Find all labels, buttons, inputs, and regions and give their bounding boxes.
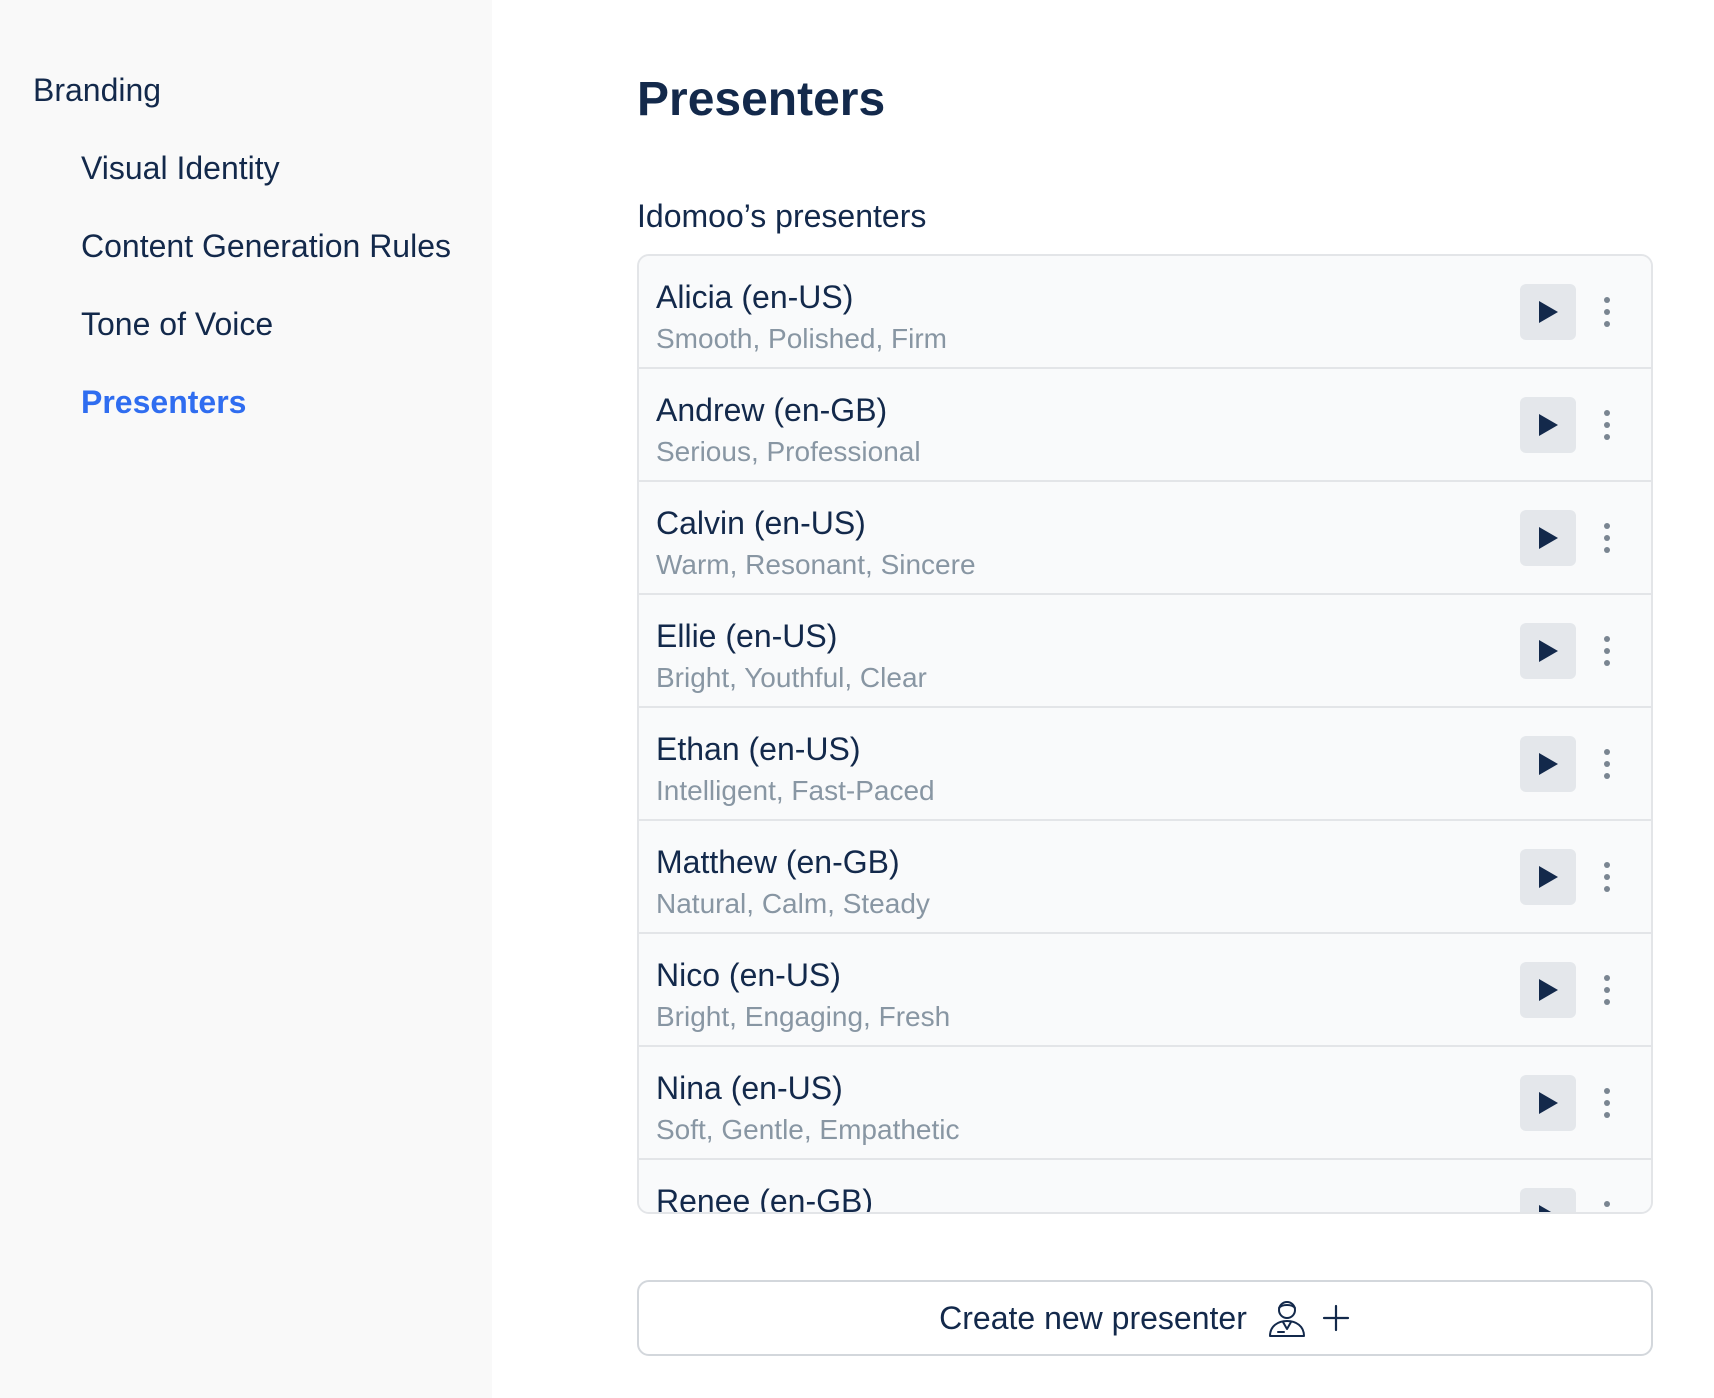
sidebar-item-content-generation-rules[interactable]: Content Generation Rules bbox=[0, 224, 492, 268]
list-item[interactable]: Ellie (en-US) Bright, Youthful, Clear bbox=[639, 595, 1651, 708]
more-vertical-icon-dot bbox=[1604, 1088, 1610, 1094]
play-button[interactable] bbox=[1520, 736, 1576, 792]
play-button[interactable] bbox=[1520, 962, 1576, 1018]
play-button[interactable] bbox=[1520, 623, 1576, 679]
presenter-name: Nina (en-US) bbox=[656, 1070, 843, 1106]
more-options-button[interactable] bbox=[1594, 736, 1620, 792]
presenter-description: Bright, Engaging, Fresh bbox=[656, 1001, 951, 1032]
more-vertical-icon-dot bbox=[1604, 862, 1610, 868]
presenter-description: Smooth, Polished, Firm bbox=[656, 323, 947, 354]
list-item[interactable]: Calvin (en-US) Warm, Resonant, Sincere bbox=[639, 482, 1651, 595]
more-vertical-icon-dot bbox=[1604, 975, 1610, 981]
more-vertical-icon-dot bbox=[1604, 547, 1610, 553]
play-button[interactable] bbox=[1520, 284, 1576, 340]
more-vertical-icon-dot bbox=[1604, 648, 1610, 654]
presenter-name: Ellie (en-US) bbox=[656, 618, 838, 654]
more-vertical-icon-dot bbox=[1604, 999, 1610, 1005]
play-icon bbox=[1539, 640, 1558, 662]
play-icon bbox=[1539, 753, 1558, 775]
play-button[interactable] bbox=[1520, 1075, 1576, 1131]
presenter-name: Calvin (en-US) bbox=[656, 505, 866, 541]
more-vertical-icon-dot bbox=[1604, 1201, 1610, 1207]
more-options-button[interactable] bbox=[1594, 284, 1620, 340]
more-vertical-icon-dot bbox=[1604, 1100, 1610, 1106]
list-item[interactable]: Andrew (en-GB) Serious, Professional bbox=[639, 369, 1651, 482]
more-vertical-icon-dot bbox=[1604, 535, 1610, 541]
play-icon bbox=[1539, 979, 1558, 1001]
more-vertical-icon-dot bbox=[1604, 309, 1610, 315]
more-options-button[interactable] bbox=[1594, 962, 1620, 1018]
presenter-description: Natural, Calm, Steady bbox=[656, 888, 930, 919]
more-options-button[interactable] bbox=[1594, 397, 1620, 453]
presenter-description: Intelligent, Fast-Paced bbox=[656, 775, 935, 806]
more-options-button[interactable] bbox=[1594, 1188, 1620, 1214]
more-options-button[interactable] bbox=[1594, 849, 1620, 905]
more-options-button[interactable] bbox=[1594, 510, 1620, 566]
more-vertical-icon-dot bbox=[1604, 749, 1610, 755]
main-content: Presenters Idomoo’s presenters Alicia (e… bbox=[492, 0, 1714, 1398]
presenter-description: Soft, Gentle, Empathetic bbox=[656, 1114, 960, 1145]
more-vertical-icon-dot bbox=[1604, 874, 1610, 880]
sidebar: Branding Visual Identity Content Generat… bbox=[0, 0, 492, 1398]
presenter-name: Renee (en-GB) bbox=[656, 1183, 873, 1214]
presenter-name: Alicia (en-US) bbox=[656, 279, 854, 315]
play-icon bbox=[1539, 527, 1558, 549]
play-icon bbox=[1539, 414, 1558, 436]
play-icon bbox=[1539, 1092, 1558, 1114]
presenter-description: Warm, Resonant, Sincere bbox=[656, 549, 976, 580]
presenter-name: Ethan (en-US) bbox=[656, 731, 861, 767]
play-button[interactable] bbox=[1520, 849, 1576, 905]
more-vertical-icon-dot bbox=[1604, 987, 1610, 993]
play-button[interactable] bbox=[1520, 510, 1576, 566]
more-vertical-icon-dot bbox=[1604, 886, 1610, 892]
more-vertical-icon-dot bbox=[1604, 761, 1610, 767]
presenter-name: Nico (en-US) bbox=[656, 957, 841, 993]
create-presenter-button[interactable]: Create new presenter bbox=[637, 1280, 1653, 1356]
list-item[interactable]: Nico (en-US) Bright, Engaging, Fresh bbox=[639, 934, 1651, 1047]
list-item[interactable]: Matthew (en-GB) Natural, Calm, Steady bbox=[639, 821, 1651, 934]
presenter-list[interactable]: Alicia (en-US) Smooth, Polished, Firm Andr… bbox=[637, 254, 1653, 1214]
more-vertical-icon-dot bbox=[1604, 636, 1610, 642]
more-vertical-icon-dot bbox=[1604, 297, 1610, 303]
list-item[interactable]: Renee (en-GB) bbox=[639, 1160, 1651, 1214]
more-options-button[interactable] bbox=[1594, 623, 1620, 679]
sidebar-item-presenters[interactable]: Presenters bbox=[0, 380, 492, 424]
list-item[interactable]: Nina (en-US) Soft, Gentle, Empathetic bbox=[639, 1047, 1651, 1160]
more-vertical-icon-dot bbox=[1604, 434, 1610, 440]
more-vertical-icon-dot bbox=[1604, 523, 1610, 529]
page-title: Presenters bbox=[637, 73, 886, 126]
presenter-description: Serious, Professional bbox=[656, 436, 921, 467]
play-icon bbox=[1539, 301, 1558, 323]
play-button[interactable] bbox=[1520, 397, 1576, 453]
more-vertical-icon-dot bbox=[1604, 1213, 1610, 1214]
sidebar-section-branding[interactable]: Branding bbox=[0, 68, 492, 112]
more-options-button[interactable] bbox=[1594, 1075, 1620, 1131]
more-vertical-icon-dot bbox=[1604, 773, 1610, 779]
more-vertical-icon-dot bbox=[1604, 422, 1610, 428]
play-icon bbox=[1539, 1205, 1552, 1212]
sidebar-item-tone-of-voice[interactable]: Tone of Voice bbox=[0, 302, 492, 346]
more-vertical-icon-dot bbox=[1604, 410, 1610, 416]
presenter-description: Bright, Youthful, Clear bbox=[656, 662, 927, 693]
play-button[interactable] bbox=[1520, 1188, 1576, 1212]
plus-icon bbox=[1322, 1304, 1349, 1332]
create-presenter-label: Create new presenter bbox=[939, 1300, 1247, 1336]
list-item[interactable]: Alicia (en-US) Smooth, Polished, Firm bbox=[639, 256, 1651, 369]
presenter-name: Andrew (en-GB) bbox=[656, 392, 888, 428]
more-vertical-icon-dot bbox=[1604, 321, 1610, 327]
section-label: Idomoo’s presenters bbox=[637, 198, 927, 234]
sidebar-item-visual-identity[interactable]: Visual Identity bbox=[0, 146, 492, 190]
presenter-name: Matthew (en-GB) bbox=[656, 844, 900, 880]
presenter-icon bbox=[1268, 1301, 1305, 1337]
play-icon bbox=[1539, 866, 1558, 888]
more-vertical-icon-dot bbox=[1604, 660, 1610, 666]
list-item[interactable]: Ethan (en-US) Intelligent, Fast-Paced bbox=[639, 708, 1651, 821]
more-vertical-icon-dot bbox=[1604, 1112, 1610, 1118]
